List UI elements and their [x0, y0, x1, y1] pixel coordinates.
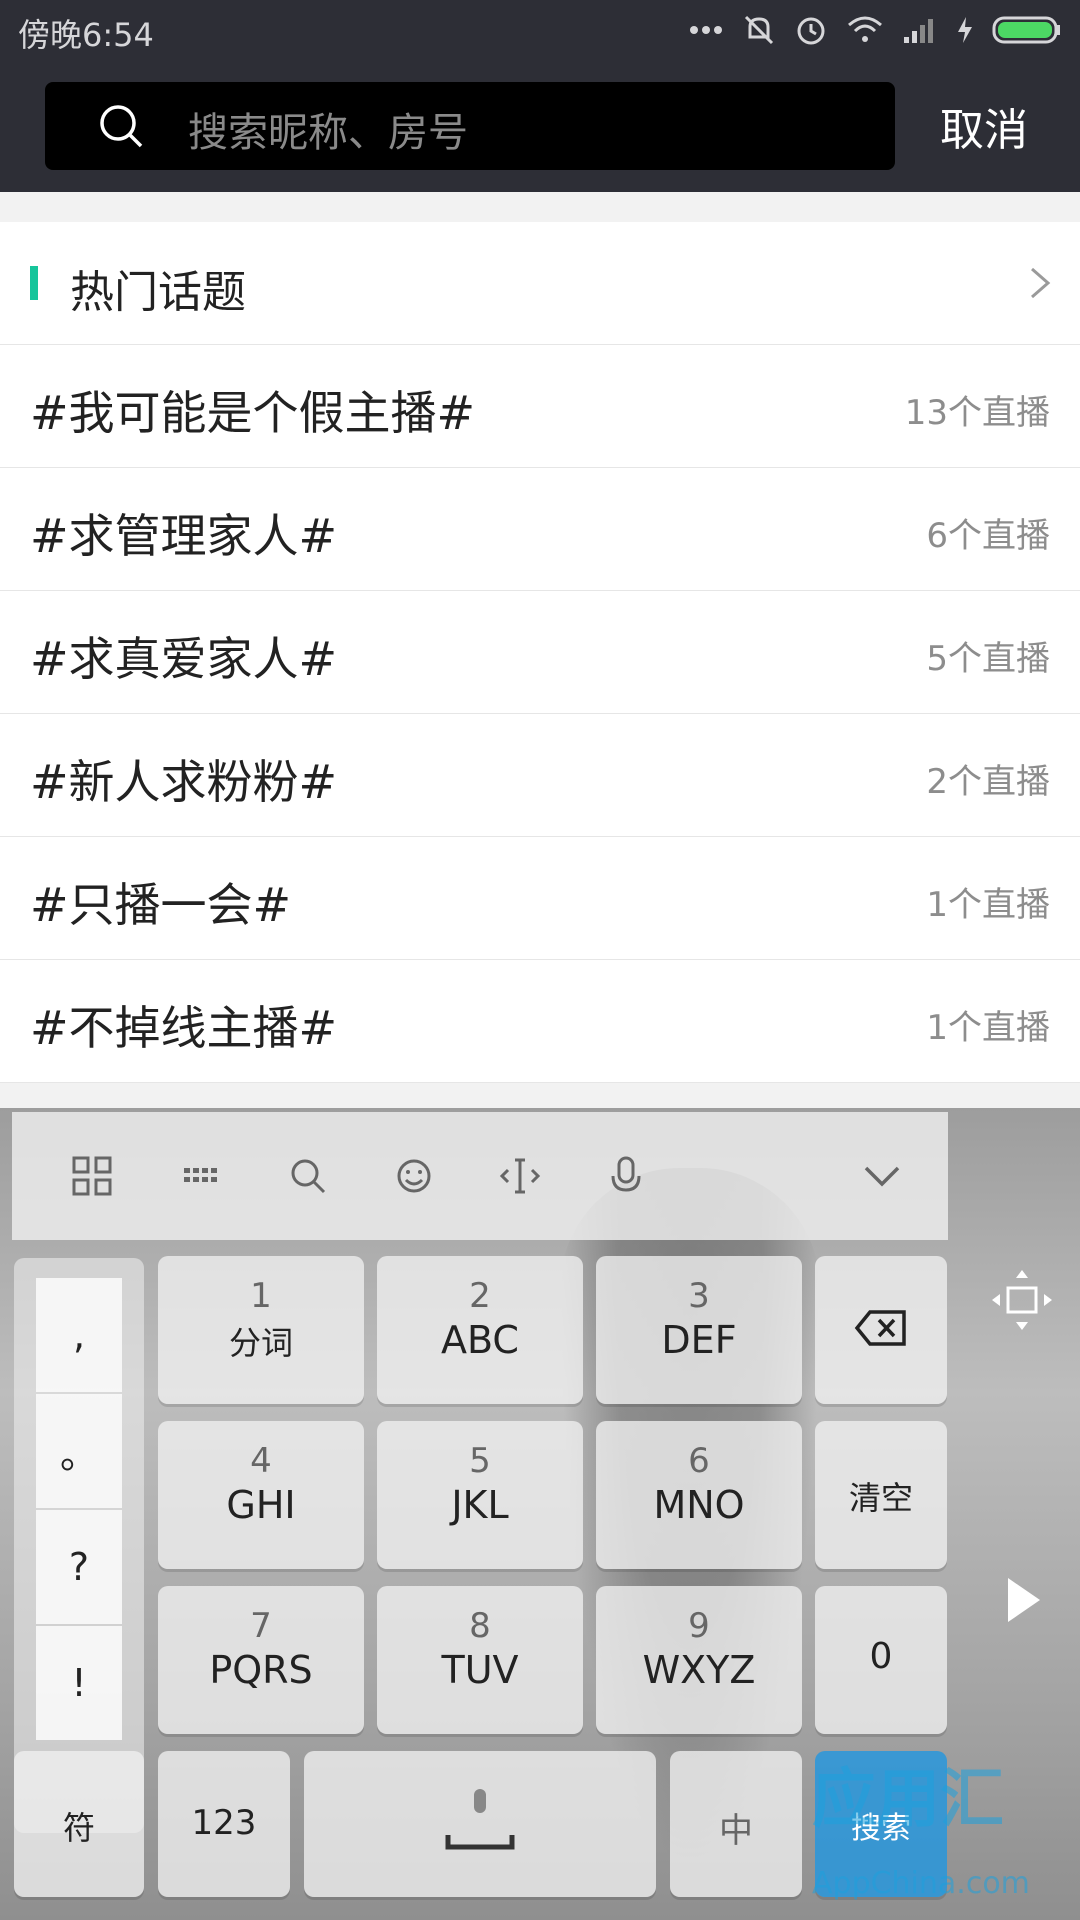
hot-topics-header[interactable]: 热门话题 [0, 222, 1080, 345]
topic-name: #求管理家人# [30, 509, 338, 563]
key-2[interactable]: 2 ABC [377, 1256, 583, 1404]
backspace-key[interactable] [815, 1256, 947, 1404]
key-letters: GHI [226, 1483, 296, 1527]
topic-row[interactable]: #只播一会# 1个直播 [0, 837, 1080, 960]
key-number: 4 [250, 1441, 272, 1481]
cursor-move-icon[interactable] [496, 1152, 544, 1200]
punct-period-key[interactable]: 。 [36, 1394, 122, 1508]
key-number: 6 [688, 1441, 710, 1481]
language-key[interactable]: 中 [670, 1751, 802, 1897]
language-key-label: 中 [719, 1811, 753, 1851]
topic-count: 6个直播 [926, 516, 1050, 556]
keyboard-icon[interactable] [178, 1152, 226, 1200]
key-9[interactable]: 9 WXYZ [596, 1586, 802, 1734]
more-dots-icon [690, 26, 722, 34]
clear-key[interactable]: 清空 [815, 1421, 947, 1569]
emoji-icon[interactable] [390, 1152, 438, 1200]
key-number: 1 [250, 1276, 272, 1316]
topic-count: 2个直播 [926, 762, 1050, 802]
topic-row[interactable]: #求真爱家人# 5个直播 [0, 591, 1080, 714]
key-number: 2 [469, 1276, 491, 1316]
key-letters: MNO [653, 1483, 745, 1527]
punct-question-key[interactable]: ? [36, 1510, 122, 1624]
search-header: 搜索昵称、房号 取消 [0, 60, 1080, 192]
signal-icon [904, 19, 933, 43]
key-letters: WXYZ [642, 1648, 756, 1692]
symbols-key-label: 符 [62, 1809, 95, 1847]
status-bar: 傍晚6:54 [0, 0, 1080, 60]
key-number: 9 [688, 1606, 710, 1646]
key-letters: 分词 [228, 1324, 293, 1362]
charging-icon [958, 17, 972, 43]
symbols-key[interactable]: 符 [14, 1751, 144, 1897]
topic-row[interactable]: #求管理家人# 6个直播 [0, 468, 1080, 591]
key-3[interactable]: 3 DEF [596, 1256, 802, 1404]
topic-count: 1个直播 [926, 1008, 1050, 1048]
space-mic-icon [445, 1789, 515, 1850]
topic-name: #我可能是个假主播# [30, 386, 476, 440]
topic-row[interactable]: #我可能是个假主播# 13个直播 [0, 345, 1080, 468]
search-input[interactable]: 搜索昵称、房号 [188, 100, 468, 158]
key-8[interactable]: 8 TUV [377, 1586, 583, 1734]
key-letters: ABC [441, 1318, 519, 1362]
key-6[interactable]: 6 MNO [596, 1421, 802, 1569]
key-5[interactable]: 5 JKL [377, 1421, 583, 1569]
topic-row[interactable]: #不掉线主播# 1个直播 [0, 960, 1080, 1083]
status-time: 傍晚6:54 [18, 16, 154, 54]
backspace-icon [854, 1310, 906, 1346]
topic-count: 13个直播 [904, 393, 1050, 433]
numbers-key[interactable]: 123 [158, 1751, 290, 1897]
key-letters: DEF [661, 1318, 737, 1362]
key-4[interactable]: 4 GHI [158, 1421, 364, 1569]
clear-key-label: 清空 [848, 1479, 913, 1517]
cancel-button[interactable]: 取消 [940, 94, 1028, 158]
key-number: 3 [688, 1276, 710, 1316]
topic-name: #求真爱家人# [30, 632, 338, 686]
topic-name: #新人求粉粉# [30, 755, 338, 809]
key-number: 8 [469, 1606, 491, 1646]
play-arrow-icon[interactable] [990, 1568, 1054, 1632]
topic-row[interactable]: #新人求粉粉# 2个直播 [0, 714, 1080, 837]
search-box[interactable]: 搜索昵称、房号 [45, 82, 895, 170]
key-letters: JKL [451, 1483, 509, 1527]
alarm-icon [797, 17, 825, 45]
microphone-icon[interactable] [602, 1152, 650, 1200]
key-letters: TUV [441, 1648, 519, 1692]
search-icon [100, 105, 143, 148]
section-accent-bar [30, 266, 38, 300]
topic-name: #不掉线主播# [30, 1001, 338, 1055]
watermark-url: AppChina.com [812, 1866, 1030, 1901]
numbers-key-label: 123 [191, 1803, 257, 1843]
space-key[interactable] [304, 1751, 656, 1897]
chevron-right-icon [1031, 267, 1051, 299]
key-number: 7 [250, 1606, 272, 1646]
search-icon[interactable] [284, 1152, 332, 1200]
battery-icon [992, 16, 1060, 44]
topic-count: 5个直播 [926, 639, 1050, 679]
mute-icon [744, 15, 774, 45]
key-number: 5 [469, 1441, 491, 1481]
topic-name: #只播一会# [30, 878, 292, 932]
punct-exclaim-key[interactable]: ! [36, 1626, 122, 1740]
zero-key-label: 0 [869, 1636, 893, 1677]
punct-comma-key[interactable]: , [36, 1278, 122, 1392]
apps-grid-icon[interactable] [68, 1152, 116, 1200]
keyboard-toolbar [12, 1112, 948, 1240]
punctuation-column: , 。 ? ! [14, 1258, 144, 1833]
watermark-logo: 应用汇 [812, 1763, 1004, 1837]
collapse-keyboard-icon[interactable] [858, 1152, 906, 1200]
section-title: 热门话题 [70, 267, 246, 318]
move-keyboard-icon[interactable] [990, 1268, 1054, 1332]
wifi-icon [848, 16, 882, 42]
topic-count: 1个直播 [926, 885, 1050, 925]
key-7[interactable]: 7 PQRS [158, 1586, 364, 1734]
zero-key[interactable]: 0 [815, 1586, 947, 1734]
status-icons [688, 10, 1062, 50]
key-1[interactable]: 1 分词 [158, 1256, 364, 1404]
key-letters: PQRS [209, 1648, 313, 1692]
